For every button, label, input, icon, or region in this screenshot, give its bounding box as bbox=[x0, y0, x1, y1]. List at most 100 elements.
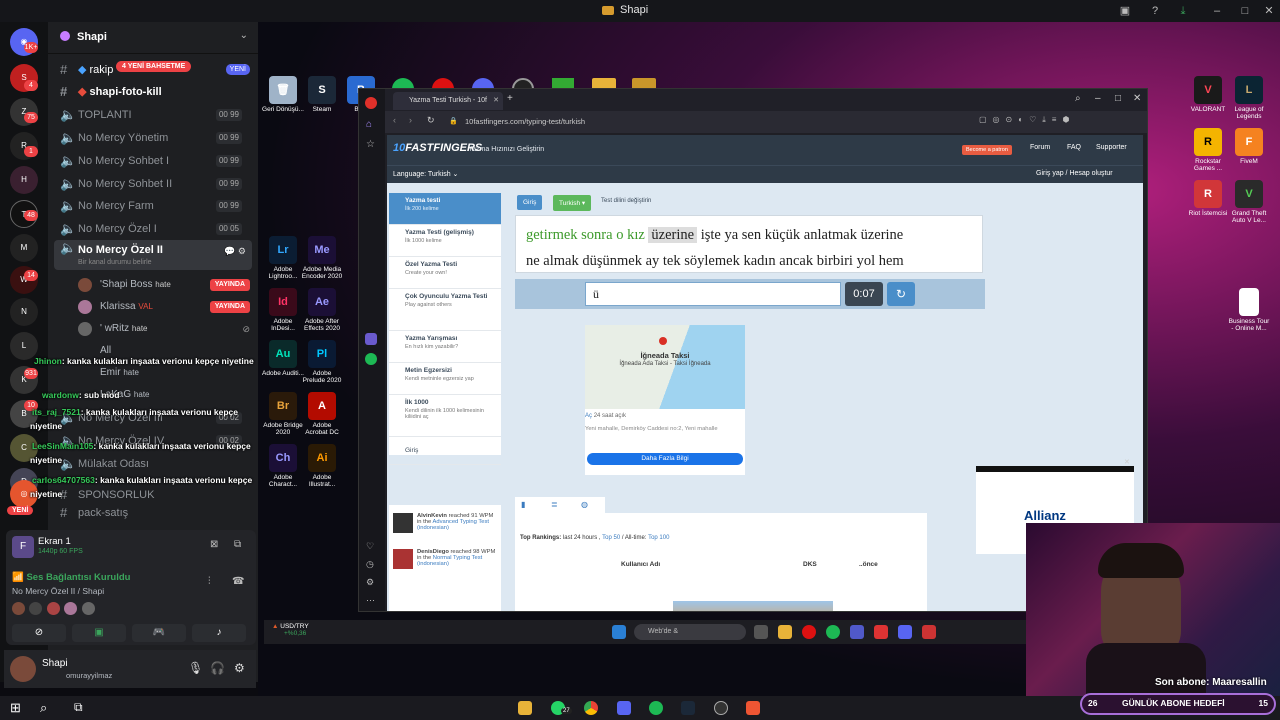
desktop-icon-after-effects[interactable]: Ae Adobe After Effects 2020 bbox=[301, 288, 343, 332]
close-icon[interactable]: ✕ bbox=[1262, 4, 1276, 18]
nav-multiplayer[interactable]: Çok Oyunculu Yazma Testi Play against oth… bbox=[389, 289, 501, 331]
disconnect-icon[interactable]: ☎ bbox=[232, 576, 244, 587]
taskbar-search[interactable]: Web'de & bbox=[634, 624, 746, 640]
settings-icon[interactable]: ⚙ bbox=[366, 577, 374, 588]
voice-user[interactable]: Klarissa VAL YAYINDA bbox=[48, 296, 258, 318]
riot-taskbar-icon[interactable] bbox=[922, 625, 936, 639]
nav-advanced-test[interactable]: Yazma Testi (gelişmiş) İlk 1000 kelime bbox=[389, 225, 501, 257]
mention-badge[interactable]: 4 YENİ BAHSETME bbox=[116, 61, 192, 72]
sidebar-app-icon[interactable] bbox=[365, 333, 377, 345]
maximize-icon[interactable]: □ bbox=[1238, 4, 1252, 18]
desktop-icon-gta[interactable]: V Grand Theft Auto V Le... bbox=[1228, 180, 1270, 224]
windows-start-icon[interactable]: ⊞ bbox=[10, 700, 21, 716]
desktop-icon-valorant[interactable]: V VALORANT bbox=[1187, 76, 1229, 113]
desktop-icon-acrobat[interactable]: A Adobe Acrobat DC bbox=[301, 392, 343, 436]
voice-user[interactable]: 'Shapi Boss hate YAYINDA bbox=[48, 274, 258, 296]
search-icon[interactable]: ⌕ bbox=[1075, 93, 1081, 104]
app-taskbar-icon[interactable] bbox=[874, 625, 888, 639]
obs-taskbar-icon[interactable] bbox=[714, 701, 728, 715]
discord-taskbar-icon[interactable] bbox=[617, 701, 631, 715]
voice-channel[interactable]: 🔈 No Mercy Sohbet II 00 99 bbox=[48, 173, 258, 195]
globe-tab-icon[interactable]: ◍ bbox=[581, 500, 588, 509]
desktop-icon-prelude[interactable]: Pl Adobe Prelude 2020 bbox=[301, 340, 343, 384]
banner-ad[interactable] bbox=[673, 601, 833, 611]
active-voice-channel[interactable]: 🔈 No Mercy Özel II Bir kanal durumu beli… bbox=[54, 240, 252, 270]
desktop-icon-character[interactable]: Ch Adobe Charact... bbox=[262, 444, 304, 488]
spotify-taskbar-icon[interactable] bbox=[826, 625, 840, 639]
opera-taskbar-icon[interactable] bbox=[802, 625, 816, 639]
headphones-icon[interactable]: 🎧 bbox=[210, 661, 225, 675]
opera-icon[interactable] bbox=[365, 97, 377, 109]
channel-shapi-foto-kill[interactable]: # ◆ shapi-foto-kill bbox=[48, 81, 258, 103]
channel-actions-icon[interactable]: 💬 ⚙ bbox=[224, 243, 246, 259]
maximize-icon[interactable]: □ bbox=[1115, 93, 1121, 104]
top-50-link[interactable]: Top 50 bbox=[602, 535, 620, 541]
app-taskbar-icon[interactable] bbox=[746, 701, 760, 715]
desktop-icon-media-encoder[interactable]: Me Adobe Media Encoder 2020 bbox=[301, 236, 343, 280]
voice-channel[interactable]: 🔈 Mülakat Odası bbox=[48, 453, 258, 475]
ad-close-icon[interactable]: ✕ bbox=[1124, 458, 1130, 466]
camera-off-icon[interactable]: ⊘ bbox=[12, 624, 66, 642]
spotify-icon[interactable] bbox=[365, 353, 377, 365]
avatar[interactable] bbox=[10, 656, 36, 682]
restart-icon[interactable]: ↻ bbox=[887, 282, 915, 306]
channel-status[interactable]: Bir kanal durumu belirle bbox=[78, 258, 252, 267]
desktop-icon-steam[interactable]: S Steam bbox=[301, 76, 343, 113]
close-tab-icon[interactable]: ✕ bbox=[493, 92, 499, 110]
desktop-icon-recycle[interactable]: 🗑 Geri Dönüşü... bbox=[262, 76, 304, 113]
voice-channel[interactable]: 🔈 No Mercy Farm 00 99 bbox=[48, 195, 258, 217]
minimize-icon[interactable]: – bbox=[1210, 4, 1224, 18]
stop-share-icon[interactable]: ⊠ bbox=[210, 539, 218, 550]
desktop-icon-lightroom[interactable]: Lr Adobe Lightroo... bbox=[262, 236, 304, 280]
voice-channel[interactable]: 🔈 No Mercy Yönetim 00 99 bbox=[48, 127, 258, 149]
patreon-button[interactable]: Become a patron bbox=[962, 145, 1012, 155]
desktop-icon-lol[interactable]: L League of Legends bbox=[1228, 76, 1270, 120]
map-ad-card[interactable]: İğneada Taksi İğneada Ada Taksi - Taksi … bbox=[585, 325, 745, 475]
channel-pack-satis[interactable]: # pack-satış bbox=[48, 502, 258, 524]
nav-forum[interactable]: Forum bbox=[1030, 144, 1050, 151]
heart-icon[interactable]: ♡ bbox=[366, 541, 374, 552]
soundboard-button-icon[interactable]: ♪ bbox=[192, 624, 246, 642]
server-icon-4[interactable]: H bbox=[10, 166, 38, 194]
activity-icon[interactable]: 🎮 bbox=[132, 624, 186, 642]
explorer-icon[interactable] bbox=[778, 625, 792, 639]
home-icon[interactable]: ⌂ bbox=[366, 119, 372, 130]
chart-tab-icon[interactable]: ▮ bbox=[521, 500, 525, 509]
nav-text-practice[interactable]: Metin Egzersizi Kendi metninle egzersiz y… bbox=[389, 363, 501, 395]
forward-icon[interactable]: › bbox=[409, 115, 412, 125]
soundboard-icon[interactable]: ⫶ bbox=[208, 576, 211, 587]
inbox-icon[interactable]: ▣ bbox=[1118, 4, 1132, 18]
minimize-icon[interactable]: – bbox=[1095, 93, 1101, 104]
server-header[interactable]: Shapi ⌄ bbox=[48, 22, 258, 54]
more-icon[interactable]: ⋯ bbox=[366, 595, 375, 606]
nav-typing-test[interactable]: Yazma testi İlk 200 kelime bbox=[389, 193, 501, 225]
nav-faq[interactable]: FAQ bbox=[1067, 144, 1081, 151]
language-select[interactable]: Language: Turkish ⌄ bbox=[393, 170, 458, 178]
help-icon[interactable]: ? bbox=[1148, 4, 1162, 18]
explorer-icon[interactable] bbox=[518, 701, 532, 715]
voice-channel[interactable]: 🔈 No Mercy Sohbet I 00 99 bbox=[48, 150, 258, 172]
back-icon[interactable]: ‹ bbox=[393, 115, 396, 125]
login-link[interactable]: Giriş yap / Hesap oluştur bbox=[1036, 170, 1113, 177]
desktop-icon-fivem[interactable]: F FiveM bbox=[1228, 128, 1270, 165]
steam-taskbar-icon[interactable] bbox=[681, 701, 695, 715]
task-view-icon[interactable] bbox=[754, 625, 768, 639]
list-tab-icon[interactable]: ≣ bbox=[551, 500, 558, 509]
voice-channel[interactable]: 🔈 TOPLANTI 00 99 bbox=[48, 104, 258, 126]
chrome-icon[interactable] bbox=[584, 701, 598, 715]
search-icon[interactable]: ⌕ bbox=[40, 700, 47, 716]
start-icon[interactable] bbox=[612, 625, 626, 639]
new-tab-icon[interactable]: + bbox=[507, 93, 513, 104]
chevron-down-icon[interactable]: ⌄ bbox=[240, 30, 248, 41]
language-button[interactable]: Turkish ▾ bbox=[553, 195, 592, 211]
screen-share-icon[interactable]: ▣ bbox=[72, 624, 126, 642]
desktop-icon-illustrator[interactable]: Ai Adobe Illustrat... bbox=[301, 444, 343, 488]
server-icon-6[interactable]: M bbox=[10, 234, 38, 262]
teams-icon[interactable] bbox=[850, 625, 864, 639]
download-icon[interactable]: ⤓ bbox=[1176, 4, 1190, 18]
star-icon[interactable]: ☆ bbox=[366, 139, 375, 150]
desktop-icon-audition[interactable]: Au Adobe Auditi... bbox=[262, 340, 304, 377]
desktop-icon-bridge[interactable]: Br Adobe Bridge 2020 bbox=[262, 392, 304, 436]
connection-channel[interactable]: No Mercy Özel II / Shapi bbox=[12, 586, 104, 596]
voice-channel[interactable]: 🔈 No Mercy Özel I 00 05 bbox=[48, 218, 258, 240]
